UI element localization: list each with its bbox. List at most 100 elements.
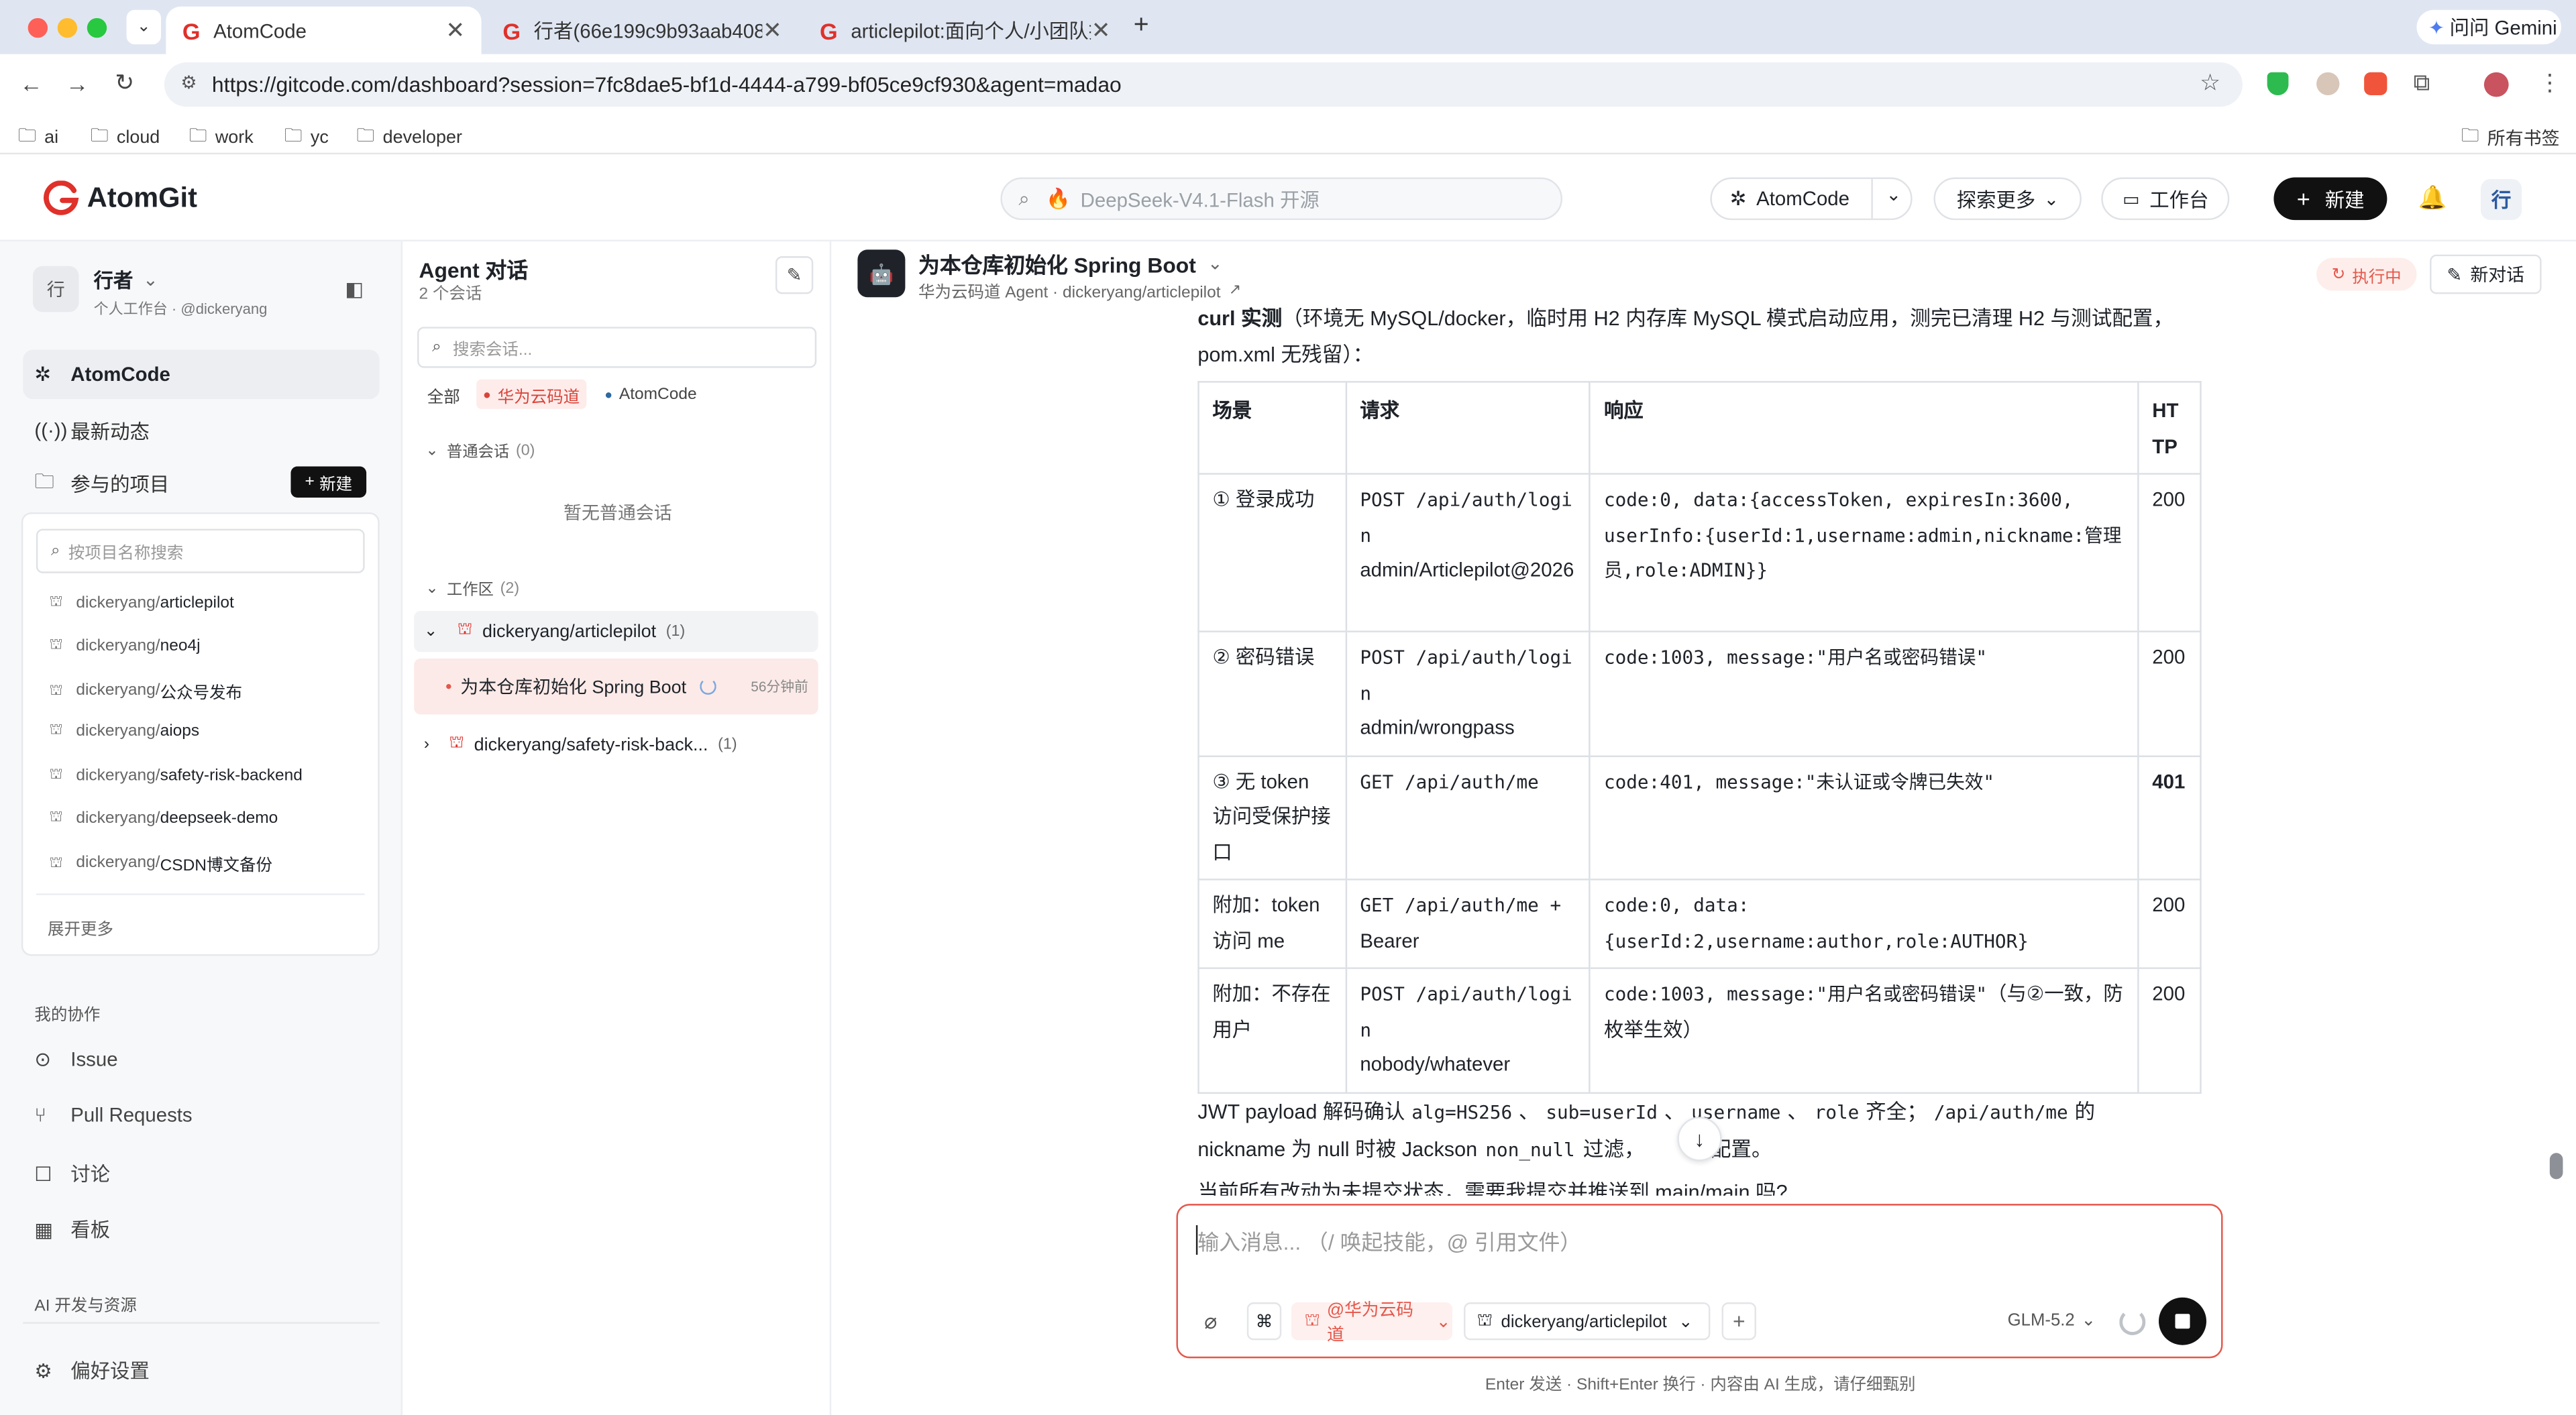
bookmark-folder-developer[interactable]: 🗀 developer <box>356 121 462 153</box>
bookmark-label: cloud <box>116 127 160 148</box>
url-field[interactable]: https://gitcode.com/dashboard?session=7f… <box>164 62 2243 107</box>
project-item[interactable]: ⛫ dickeryang/articlepilot <box>49 593 233 612</box>
user-name[interactable]: 行者 ⌄ <box>94 266 158 294</box>
atomgit-logo-icon[interactable] <box>43 180 79 217</box>
model-selector[interactable]: GLM-5.2 ⌄ <box>2008 1310 2096 1330</box>
project-item[interactable]: ⛫ dickeryang/CSDN博文备份 <box>49 851 272 875</box>
new-tab-icon[interactable]: + <box>1134 11 1149 41</box>
user-avatar-small[interactable]: 行 <box>32 266 79 313</box>
minimize-window-button[interactable] <box>57 17 78 38</box>
new-label: 新建 <box>319 476 353 495</box>
filter-atomcode[interactable]: ● AtomCode <box>598 380 703 409</box>
filter-label: AtomCode <box>619 385 697 404</box>
site-info-icon[interactable]: ⚙ <box>180 72 197 93</box>
browser-menu-icon[interactable]: ⋮ <box>2538 69 2561 97</box>
scrollbar-thumb[interactable] <box>2549 1153 2563 1180</box>
repo-item-articlepilot[interactable]: ⌄ ⛫ dickeryang/articlepilot (1) <box>414 611 818 653</box>
user-avatar[interactable]: 行 <box>2480 178 2522 221</box>
filter-huawei[interactable]: ● 华为云码道 <box>476 379 586 409</box>
repo-item-safety-risk[interactable]: › ⛫ dickeryang/safety-risk-back... (1) <box>414 724 818 765</box>
nav-latest-activity[interactable]: ((·)) 最新动态 <box>23 406 379 455</box>
gear-icon: ⚙ <box>34 1359 52 1382</box>
reload-icon[interactable]: ↻ <box>115 69 134 97</box>
table-header: HTTP <box>2137 381 2202 475</box>
session-search-input[interactable]: ⌕ 搜索会话... <box>417 327 817 368</box>
new-chat-button[interactable]: ✎ 新对话 <box>2430 254 2542 294</box>
nav-atomcode[interactable]: ✲ AtomCode <box>23 349 380 400</box>
close-tab-icon[interactable]: ✕ <box>445 16 465 44</box>
bookmark-folder-yc[interactable]: 🗀 yc <box>284 121 329 153</box>
nav-preferences[interactable]: ⚙ 偏好设置 <box>34 1357 149 1385</box>
nav-label: AtomCode <box>70 363 170 386</box>
scene-text: ③ 无 token 访问受保护接口 <box>1212 769 1331 863</box>
project-item[interactable]: ⛫ dickeryang/公众号发布 <box>49 678 242 703</box>
tab-atomcode[interactable]: G AtomCode ✕ <box>166 6 482 54</box>
normal-session-group[interactable]: ⌄ 普通会话 (0) <box>425 439 535 462</box>
jwt-text: 的 <box>2074 1100 2096 1124</box>
workspace-group[interactable]: ⌄ 工作区 (2) <box>425 577 519 600</box>
collapse-sidebar-icon[interactable]: ◧ <box>345 278 364 300</box>
project-item[interactable]: ⛫ dickeryang/neo4j <box>49 636 200 655</box>
scroll-to-bottom-button[interactable]: ↓ <box>1677 1117 1722 1162</box>
agent-selector-chip[interactable]: ⛫ @华为云码道 ⌄ <box>1291 1300 1452 1345</box>
atomcode-header-button[interactable]: ✲ AtomCode ⌄ <box>1710 177 1913 221</box>
tab-search-button[interactable]: ⌄ <box>126 9 162 45</box>
maximize-window-button[interactable] <box>87 17 107 38</box>
request-code: GET /api/auth/me + <box>1360 895 1562 917</box>
chat-subtitle[interactable]: 华为云码道 Agent · dickeryang/articlepilot ↗ <box>918 278 1241 302</box>
global-search-input[interactable]: ⌕ 🔥 DeepSeek-V4.1-Flash 开源 <box>1000 177 1562 221</box>
close-window-button[interactable] <box>28 17 48 38</box>
new-project-button[interactable]: + 新建 <box>290 466 367 498</box>
app-logo-text[interactable]: AtomGit <box>87 182 197 215</box>
gemini-button[interactable]: ✦ 问问 Gemini <box>2416 9 2561 45</box>
nav-kanban[interactable]: ▦ 看板 <box>34 1215 110 1243</box>
explore-more-button[interactable]: 探索更多 ⌄ <box>1933 177 2082 221</box>
workbench-button[interactable]: ▭ 工作台 <box>2101 177 2230 221</box>
project-item[interactable]: ⛫ dickeryang/aiops <box>49 721 199 740</box>
profile-icon[interactable] <box>2483 72 2509 97</box>
jwt-text: 齐全； <box>1866 1100 1928 1124</box>
close-tab-icon[interactable]: ✕ <box>1091 16 1111 44</box>
bookmark-folder-ai[interactable]: 🗀 ai <box>18 121 58 153</box>
attach-paperclip-icon[interactable]: ⌀ <box>1204 1309 1217 1335</box>
tab-profile[interactable]: G 行者(66e199c9b93aab40816 ✕ <box>486 7 798 54</box>
bookmark-folder-work[interactable]: 🗀 work <box>189 121 254 153</box>
chevron-down-icon: ⌄ <box>2043 189 2059 210</box>
all-bookmarks[interactable]: 🗀 所有书签 <box>2461 121 2560 153</box>
explore-label: 探索更多 <box>1956 188 2036 211</box>
nav-pull-requests[interactable]: ⑂ Pull Requests <box>34 1104 192 1127</box>
divider <box>36 893 365 895</box>
message-input-placeholder[interactable]: 输入消息... （/ 唤起技能，@ 引用文件） <box>1197 1225 1581 1257</box>
bookmark-folder-cloud[interactable]: 🗀 cloud <box>91 121 160 153</box>
nav-issue[interactable]: ⊙ Issue <box>34 1048 117 1070</box>
nav-discussions[interactable]: ☐ 讨论 <box>34 1159 110 1188</box>
header-new-button[interactable]: + 新建 <box>2273 177 2387 221</box>
bookmark-label: yc <box>310 127 329 148</box>
extensions-puzzle-icon[interactable]: ⧉ <box>2414 69 2430 97</box>
back-icon[interactable]: ← <box>19 70 42 97</box>
notification-bell-icon[interactable]: 🔔 <box>2418 184 2447 212</box>
command-icon[interactable]: ⌘ <box>1246 1302 1282 1341</box>
add-context-button[interactable]: + <box>1721 1302 1756 1341</box>
expand-more-link[interactable]: 展开更多 <box>48 915 113 940</box>
project-item[interactable]: ⛫ dickeryang/deepseek-demo <box>49 808 278 828</box>
close-tab-icon[interactable]: ✕ <box>763 16 782 44</box>
bookmark-star-icon[interactable]: ☆ <box>2200 69 2220 97</box>
project-search-input[interactable]: ⌕ 按项目名称搜索 <box>36 528 365 573</box>
tab-articlepilot[interactable]: G articlepilot:面向个人/小团队技术 ✕ <box>804 7 1127 54</box>
http-cell: 200 <box>2137 473 2202 632</box>
chat-title[interactable]: 为本仓库初始化 Spring Boot ⌄ <box>918 248 1223 280</box>
new-chat-edit-icon[interactable]: ✎ <box>775 256 814 294</box>
project-item[interactable]: ⛫ dickeryang/safety-risk-backend <box>49 765 302 785</box>
gitcode-favicon-icon: G <box>182 17 201 44</box>
request-code: POST /api/auth/login <box>1360 489 1572 547</box>
repo-selector-chip[interactable]: ⛫ dickeryang/articlepilot ⌄ <box>1464 1302 1711 1341</box>
filter-all[interactable]: 全部 <box>421 380 467 409</box>
chevron-down-icon[interactable]: ⌄ <box>1886 184 1901 205</box>
extension-shield-icon[interactable] <box>2267 72 2289 96</box>
extension-red-icon[interactable] <box>2364 72 2387 96</box>
session-item-active[interactable]: ● 为本仓库初始化 Spring Boot 56分钟前 <box>414 659 818 715</box>
stop-generation-button[interactable] <box>2158 1297 2207 1345</box>
forward-icon[interactable]: → <box>66 70 89 97</box>
extension-avatar-icon[interactable] <box>2316 72 2340 96</box>
